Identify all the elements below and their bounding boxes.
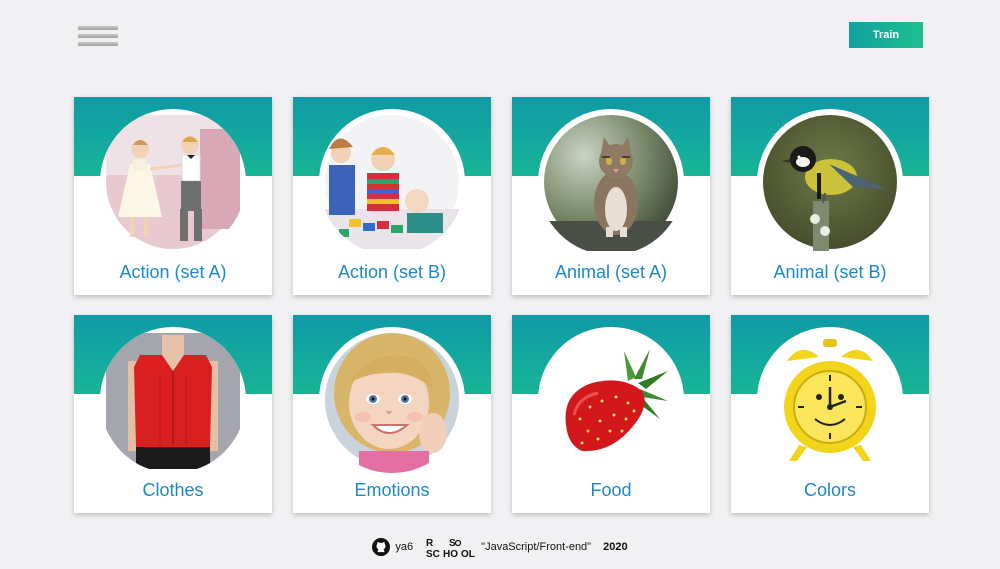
bird-tit-image xyxy=(757,109,903,255)
svg-text:HO: HO xyxy=(443,549,458,558)
category-card-food[interactable]: Food xyxy=(512,315,710,513)
card-title: Animal (set B) xyxy=(773,262,887,282)
course-name: "JavaScript/Front-end" xyxy=(481,541,592,553)
hamburger-menu-icon[interactable] xyxy=(78,26,118,48)
svg-text:SC: SC xyxy=(426,549,440,558)
app-page: Train Action (set A) Action (set B) Anim… xyxy=(0,0,1000,569)
children-playing-toys-image xyxy=(319,109,465,255)
footer-year: 2020 xyxy=(603,541,628,553)
category-grid: Action (set A) Action (set B) Animal (se… xyxy=(74,97,929,513)
github-icon[interactable] xyxy=(372,538,391,556)
menu-bar xyxy=(78,26,118,30)
card-title: Animal (set A) xyxy=(554,262,668,282)
footer: ya6 R S SC HO OL "JavaScript/Front-end" … xyxy=(0,536,1000,560)
svg-text:OL: OL xyxy=(461,549,475,558)
category-card-emotions[interactable]: Emotions xyxy=(293,315,491,513)
train-button[interactable]: Train xyxy=(849,22,923,48)
category-card-animal-set-a[interactable]: Animal (set A) xyxy=(512,97,710,295)
menu-bar xyxy=(78,42,118,46)
menu-bar xyxy=(78,34,118,38)
red-blouse-image xyxy=(100,327,246,473)
yellow-alarm-clock-image xyxy=(757,327,903,473)
children-dancing-image xyxy=(100,109,246,255)
card-title: Action (set B) xyxy=(337,262,447,282)
svg-text:R: R xyxy=(426,538,434,549)
smiling-girl-image xyxy=(319,327,465,473)
github-username-link[interactable]: ya6 xyxy=(395,541,413,553)
strawberry-image xyxy=(538,327,684,473)
category-card-action-set-a[interactable]: Action (set A) xyxy=(74,97,272,295)
category-card-action-set-b[interactable]: Action (set B) xyxy=(293,97,491,295)
category-card-colors[interactable]: Colors xyxy=(731,315,929,513)
card-title: Action (set A) xyxy=(119,262,227,282)
card-title: Food xyxy=(590,480,632,500)
rs-school-logo[interactable]: R S SC HO OL xyxy=(425,536,477,560)
card-title: Colors xyxy=(803,480,856,500)
card-title: Emotions xyxy=(354,480,430,500)
category-card-animal-set-b[interactable]: Animal (set B) xyxy=(731,97,929,295)
category-card-clothes[interactable]: Clothes xyxy=(74,315,272,513)
cat-image xyxy=(538,109,684,255)
card-title: Clothes xyxy=(142,480,204,500)
